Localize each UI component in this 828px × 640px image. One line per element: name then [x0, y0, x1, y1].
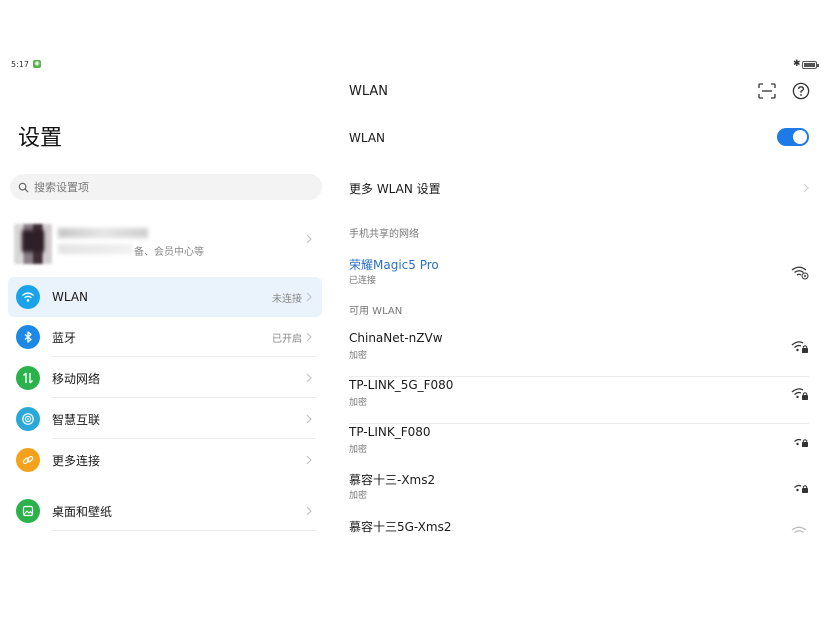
account-entry[interactable]: 备、会员中心等	[8, 216, 322, 270]
wifi-locked-icon	[791, 388, 808, 400]
divider	[349, 423, 809, 424]
chevron-right-icon	[306, 292, 312, 302]
wifi-hotspot-icon	[791, 266, 809, 280]
wifi-icon	[16, 285, 40, 309]
divider	[52, 397, 316, 398]
chevron-right-icon	[306, 373, 312, 383]
account-name-blurred	[58, 228, 148, 238]
divider	[52, 438, 316, 439]
account-subtitle: 备、会员中心等	[134, 247, 204, 258]
chevron-right-icon	[306, 234, 312, 244]
chevron-right-icon	[306, 332, 312, 342]
help-icon[interactable]	[792, 82, 810, 100]
sidebar-item-value: 已开启	[272, 333, 302, 345]
network-item[interactable]: 慕容十三-Xms2 加密	[349, 471, 809, 517]
wifi-locked-icon	[794, 438, 808, 447]
network-status: 已连接	[349, 276, 377, 286]
sidebar-item-label: 智慧互联	[52, 412, 101, 427]
network-item[interactable]: 慕容十三5G-Xms2	[349, 518, 809, 538]
network-security: 加密	[349, 351, 368, 361]
search-input[interactable]: 搜索设置项	[10, 174, 322, 200]
sidebar-item-label: WLAN	[52, 290, 89, 304]
chevron-right-icon	[306, 414, 312, 424]
search-icon	[18, 182, 29, 193]
wifi-locked-icon	[791, 341, 808, 353]
network-item[interactable]: TP-LINK_F080 加密	[349, 425, 809, 471]
network-name: 慕容十三-Xms2	[349, 473, 436, 487]
sidebar-item-value: 未连接	[272, 293, 302, 305]
divider	[349, 376, 809, 377]
wallpaper-icon	[16, 499, 40, 523]
sidebar-item-label: 蓝牙	[52, 330, 77, 345]
network-name: TP-LINK_5G_F080	[349, 378, 454, 392]
sidebar-item-mobile-network[interactable]: 移动网络	[8, 358, 322, 398]
wifi-locked-icon	[794, 484, 808, 493]
search-placeholder: 搜索设置项	[34, 181, 89, 194]
settings-sidebar: 设置 搜索设置项 备、会员中心等 WLAN 未连接 蓝牙 已开启 移动网络 智慧…	[0, 0, 330, 640]
scan-icon[interactable]	[758, 83, 776, 99]
sidebar-item-label: 更多连接	[52, 453, 101, 468]
wifi-weak-icon	[791, 526, 807, 534]
sidebar-item-wallpaper[interactable]: 桌面和壁纸	[8, 491, 322, 531]
network-item[interactable]: TP-LINK_5G_F080 加密	[349, 378, 809, 424]
toggle-knob	[793, 130, 807, 144]
network-security: 加密	[349, 491, 368, 501]
account-subtitle-blurred	[58, 244, 133, 254]
network-security: 加密	[349, 398, 368, 408]
network-name: TP-LINK_F080	[349, 425, 431, 439]
sidebar-item-label: 移动网络	[52, 371, 101, 386]
page-title: 设置	[18, 126, 63, 151]
sidebar-item-label: 桌面和壁纸	[52, 504, 113, 519]
chevron-right-icon	[306, 455, 312, 465]
sidebar-item-wlan[interactable]: WLAN 未连接	[8, 277, 322, 317]
bluetooth-icon	[16, 325, 40, 349]
wlan-panel: WLAN WLAN 更多 WLAN 设置 手机共享的网络 荣耀Magic5 Pr…	[330, 0, 828, 640]
available-section-header: 可用 WLAN	[349, 306, 403, 317]
network-security: 加密	[349, 445, 368, 455]
network-name: ChinaNet-nZVw	[349, 331, 443, 345]
sidebar-item-smart-connect[interactable]: 智慧互联	[8, 399, 322, 439]
divider	[52, 356, 316, 357]
network-item[interactable]: ChinaNet-nZVw 加密	[349, 331, 809, 377]
panel-title: WLAN	[349, 84, 389, 99]
avatar-blur	[22, 230, 44, 252]
sidebar-item-more-connections[interactable]: 更多连接	[8, 440, 322, 480]
more-wlan-settings[interactable]: 更多 WLAN 设置	[349, 180, 441, 197]
link-icon	[16, 448, 40, 472]
wlan-toggle-label: WLAN	[349, 131, 386, 145]
network-name: 慕容十三5G-Xms2	[349, 520, 452, 534]
mobile-data-icon	[16, 366, 40, 390]
divider	[52, 530, 316, 531]
hotspot-section-header: 手机共享的网络	[349, 229, 419, 240]
smart-connect-icon	[16, 407, 40, 431]
network-name: 荣耀Magic5 Pro	[349, 258, 439, 272]
chevron-right-icon	[803, 183, 809, 193]
chevron-right-icon	[306, 506, 312, 516]
wlan-toggle[interactable]	[777, 128, 809, 146]
sidebar-item-bluetooth[interactable]: 蓝牙 已开启	[8, 317, 322, 357]
hotspot-network[interactable]: 荣耀Magic5 Pro 已连接	[349, 256, 809, 302]
